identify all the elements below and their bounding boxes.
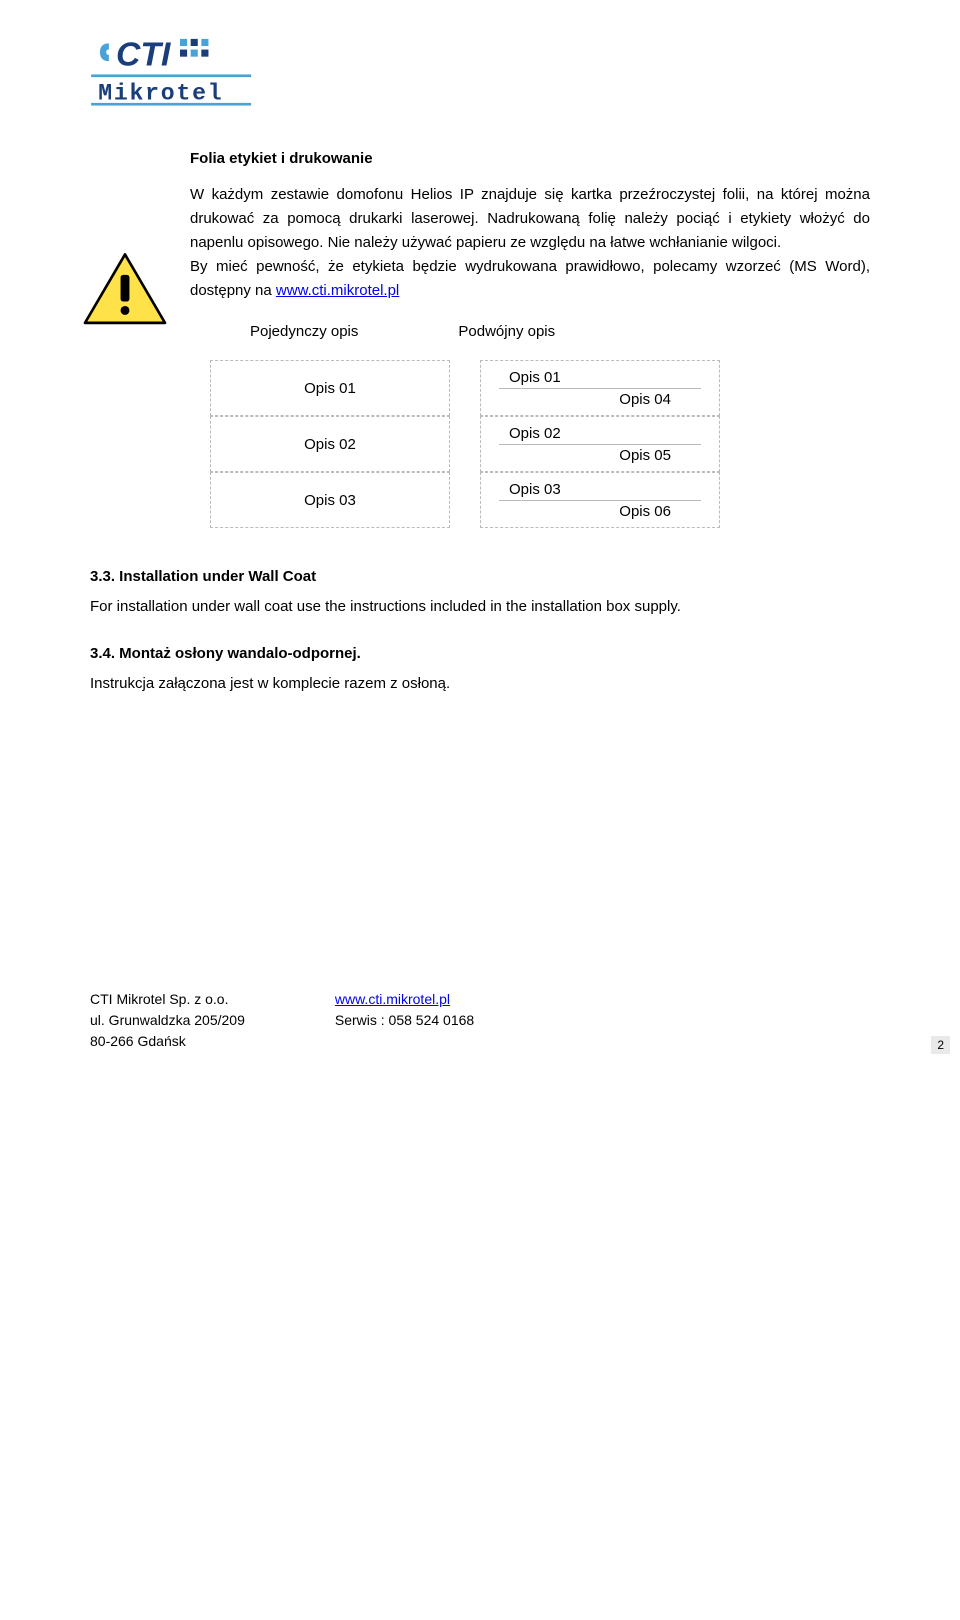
footer-company: CTI Mikrotel Sp. z o.o.	[90, 989, 245, 1010]
opis-cell: Opis 02	[211, 436, 449, 453]
page-number-badge: 2	[931, 1036, 950, 1054]
opis-single-row: Opis 03	[210, 472, 450, 528]
opis-single-row: Opis 01	[210, 360, 450, 416]
opis-double-row: Opis 02 Opis 05	[480, 416, 720, 472]
opis-cell: Opis 03	[499, 479, 701, 501]
opis-double-row: Opis 03 Opis 06	[480, 472, 720, 528]
footer-address-line: ul. Grunwaldzka 205/209	[90, 1010, 245, 1031]
opis-double-column: Opis 01 Opis 04 Opis 02 Opis 05 Opis 03 …	[480, 360, 720, 528]
footer-company-block: CTI Mikrotel Sp. z o.o. ul. Grunwaldzka …	[90, 989, 245, 1052]
svg-text:Mikrotel: Mikrotel	[98, 80, 223, 106]
subsection-heading: 3.4. Montaż osłony wandalo-odpornej.	[90, 645, 870, 662]
footer: CTI Mikrotel Sp. z o.o. ul. Grunwaldzka …	[90, 989, 474, 1052]
opis-cell: Opis 06	[499, 501, 701, 522]
section-title: Folia etykiet i drukowanie	[190, 150, 870, 167]
section-body: W każdym zestawie domofonu Helios IP zna…	[190, 183, 870, 303]
svg-text:CTI: CTI	[116, 36, 171, 74]
subsection-body: Instrukcja załączona jest w komplecie ra…	[90, 672, 870, 696]
warning-icon	[80, 250, 170, 330]
opis-cell: Opis 01	[499, 367, 701, 389]
logo: CTI Mikrotel	[90, 30, 270, 110]
label-single: Pojedynczy opis	[250, 323, 358, 340]
footer-link[interactable]: www.cti.mikrotel.pl	[335, 991, 450, 1007]
opis-cell: Opis 04	[499, 389, 701, 410]
opis-cell: Opis 03	[211, 492, 449, 509]
opis-double-row: Opis 01 Opis 04	[480, 360, 720, 416]
footer-service: Serwis : 058 524 0168	[335, 1010, 474, 1031]
opis-cell: Opis 02	[499, 423, 701, 445]
footer-address-line: 80-266 Gdańsk	[90, 1031, 245, 1052]
subsection-heading: 3.3. Installation under Wall Coat	[90, 568, 870, 585]
opis-single-column: Opis 01 Opis 02 Opis 03	[210, 360, 450, 528]
label-double: Podwójny opis	[458, 323, 555, 340]
opis-type-labels: Pojedynczy opis Podwójny opis	[250, 323, 870, 340]
body-link[interactable]: www.cti.mikrotel.pl	[276, 282, 399, 299]
opis-boxes: Opis 01 Opis 02 Opis 03 Opis 01 Opis 04 …	[210, 360, 870, 528]
opis-single-row: Opis 02	[210, 416, 450, 472]
opis-cell: Opis 01	[211, 380, 449, 397]
main-content: Folia etykiet i drukowanie W każdym zest…	[190, 150, 870, 696]
footer-contact-block: www.cti.mikrotel.pl Serwis : 058 524 016…	[335, 989, 474, 1052]
opis-cell: Opis 05	[499, 445, 701, 466]
subsection-body: For installation under wall coat use the…	[90, 595, 870, 619]
